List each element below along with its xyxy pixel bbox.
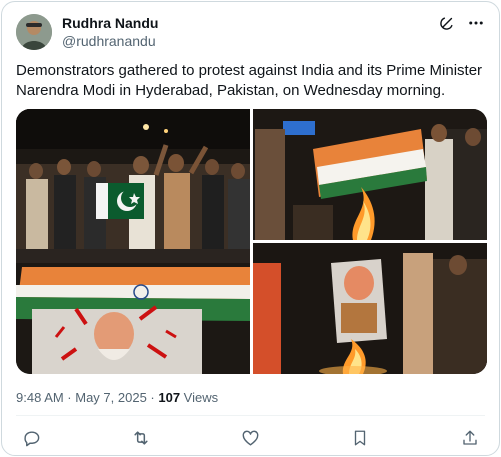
- protest-photo-flag-burning: [253, 109, 487, 240]
- tweet-header: Rudhra Nandu @rudhranandu: [16, 14, 485, 50]
- retweet-icon[interactable]: [130, 427, 152, 449]
- bookmark-icon[interactable]: [349, 427, 371, 449]
- tweet-meta: 9:48 AM · May 7, 2025 · 107 Views: [16, 390, 218, 406]
- media-grid: [16, 109, 487, 374]
- grok-icon[interactable]: [437, 14, 455, 32]
- share-icon[interactable]: [459, 427, 481, 449]
- tweet-actions: [16, 426, 485, 450]
- avatar-image: [16, 14, 52, 50]
- pakistan-flag: [96, 183, 144, 219]
- tweet-card[interactable]: Rudhra Nandu @rudhranandu Demonstrators …: [1, 1, 500, 456]
- views-count: 107: [158, 390, 181, 405]
- more-icon[interactable]: [467, 14, 485, 32]
- media-photo-3[interactable]: [253, 243, 487, 374]
- divider: [16, 415, 485, 416]
- media-photo-2[interactable]: [253, 109, 487, 240]
- media-photo-1[interactable]: [16, 109, 250, 374]
- reply-icon[interactable]: [20, 427, 42, 449]
- like-icon[interactable]: [240, 427, 262, 449]
- protest-photo-effigy-burning: [253, 243, 487, 374]
- author-display-name[interactable]: Rudhra Nandu: [62, 14, 158, 32]
- header-actions: [437, 14, 485, 32]
- views-label: Views: [180, 390, 219, 405]
- avatar[interactable]: [16, 14, 52, 50]
- tweet-timestamp[interactable]: 9:48 AM · May 7, 2025 ·: [16, 390, 158, 405]
- protest-photo-crowd-with-flags: [16, 109, 250, 374]
- tweet-text: Demonstrators gathered to protest agains…: [16, 62, 483, 99]
- author-info: Rudhra Nandu @rudhranandu: [62, 14, 158, 50]
- author-handle[interactable]: @rudhranandu: [62, 32, 158, 50]
